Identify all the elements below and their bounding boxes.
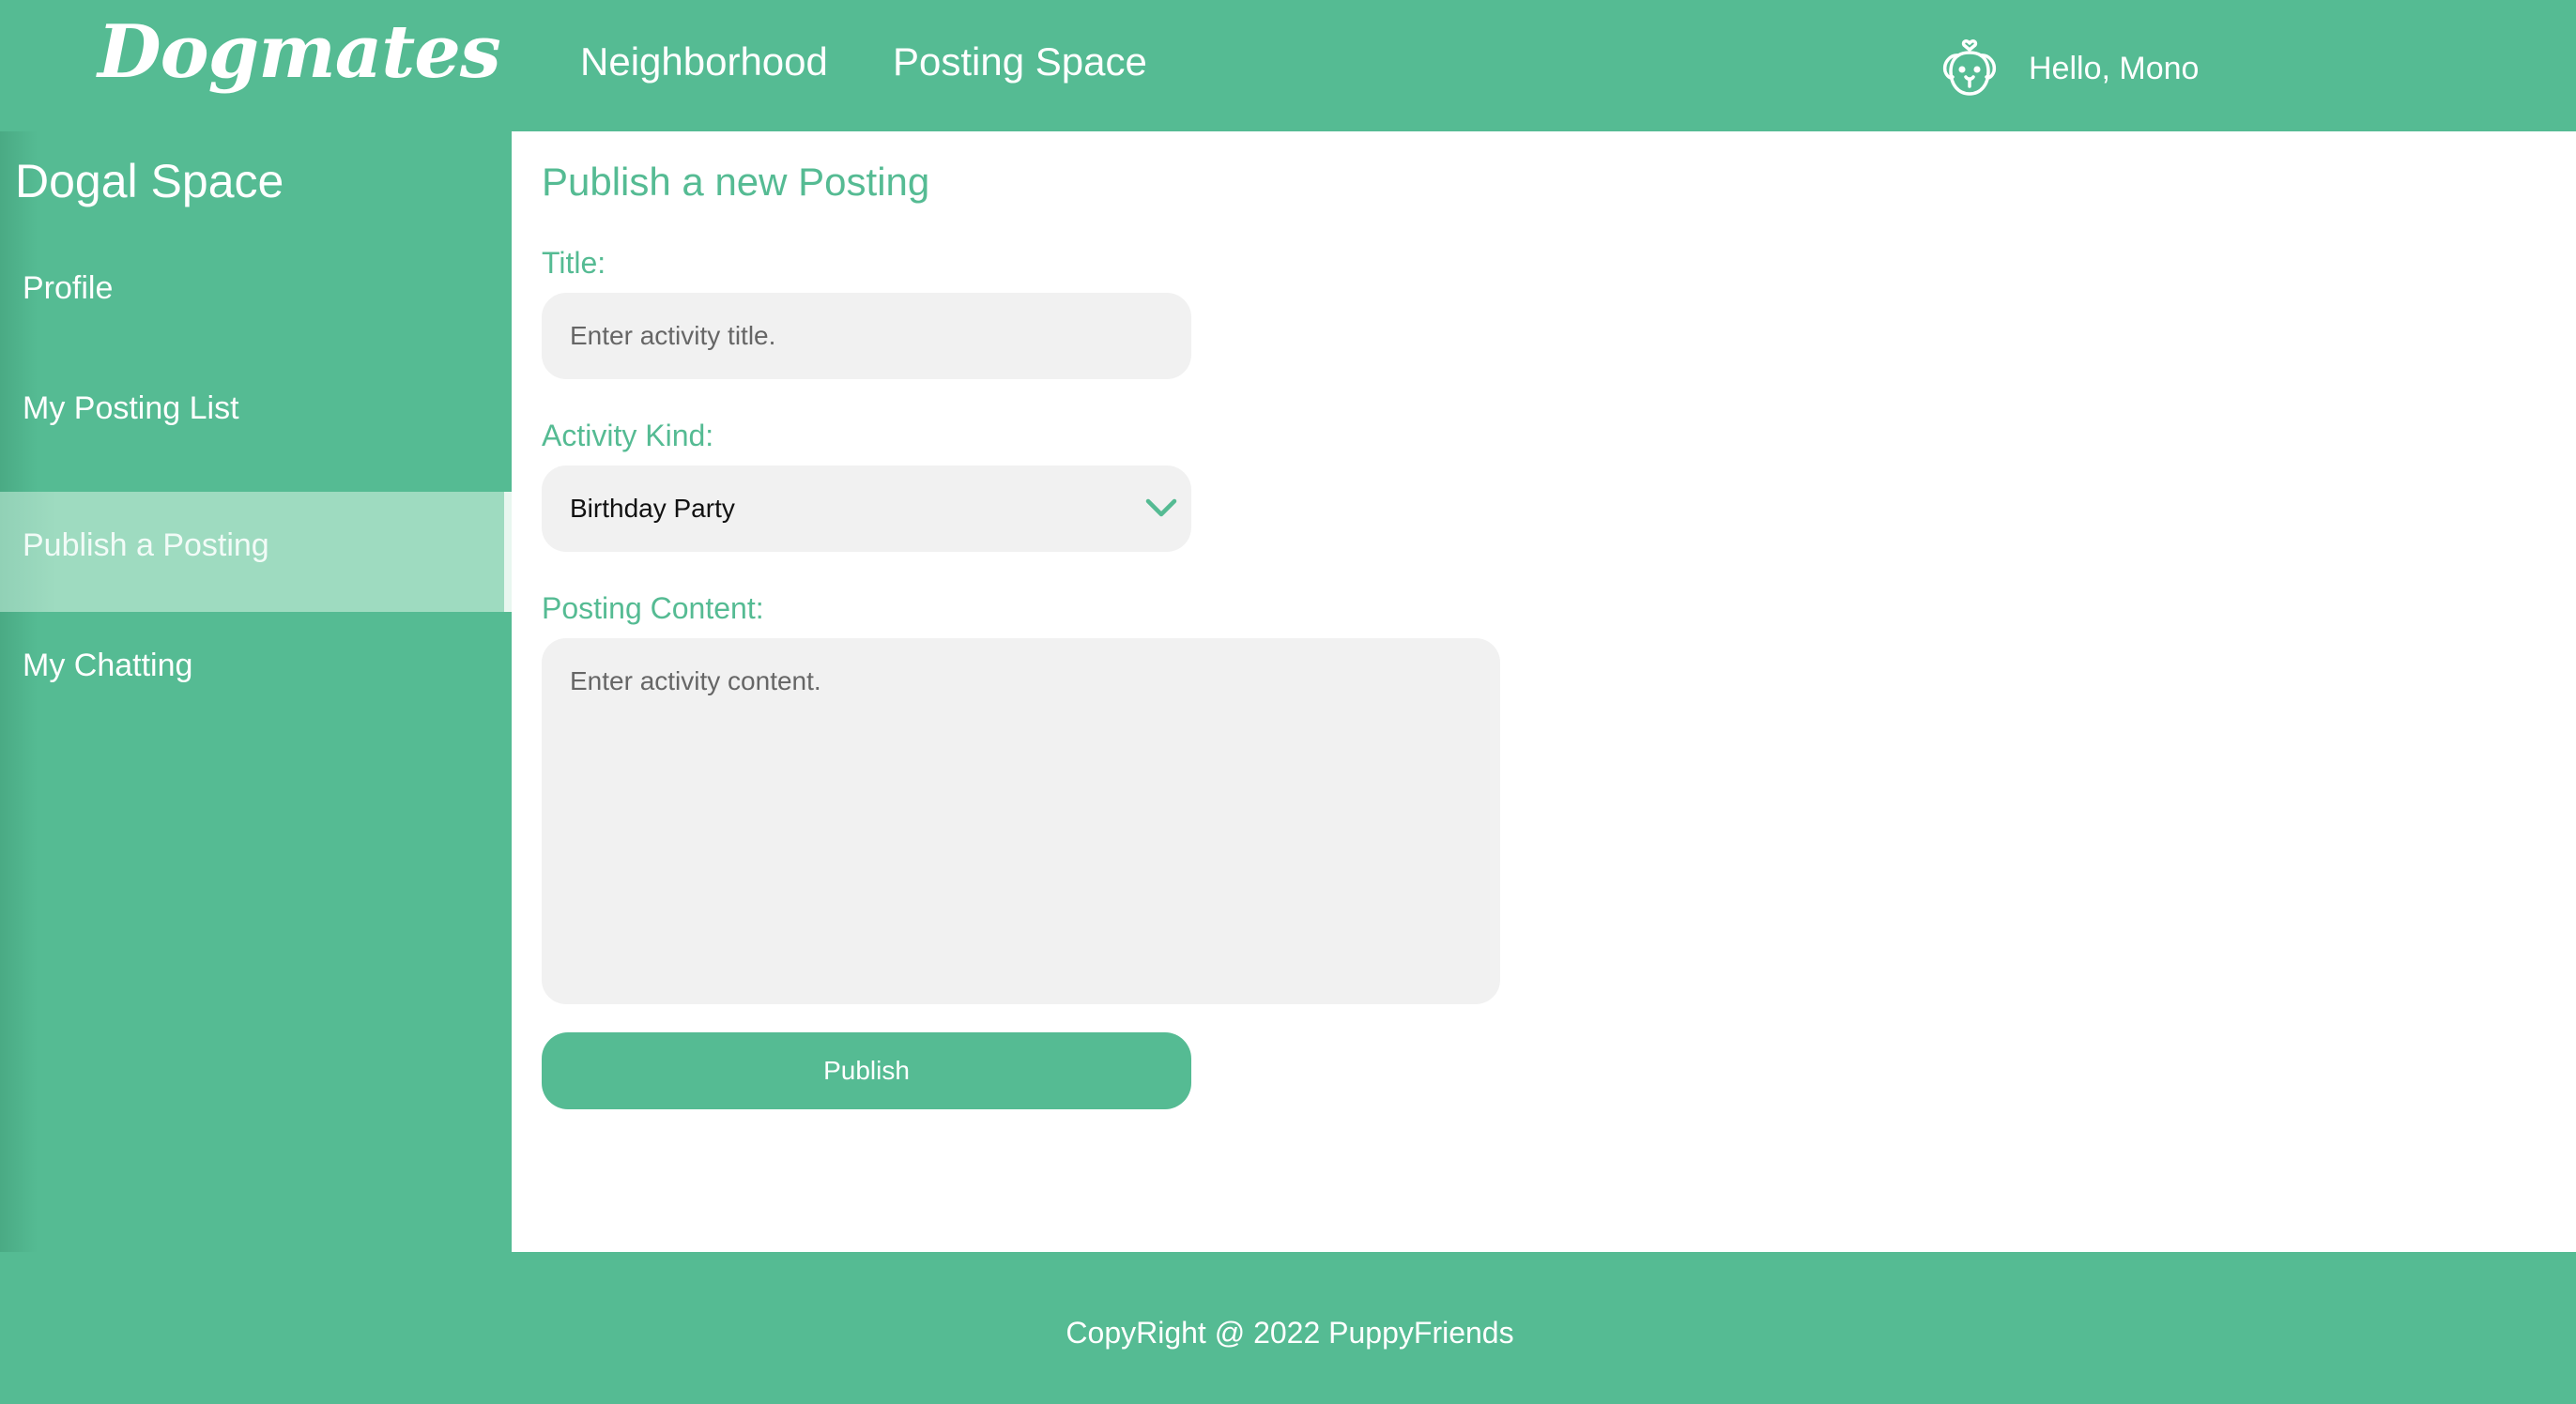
sidebar-item-my-chatting[interactable]: My Chatting: [0, 612, 512, 732]
main-content: Publish a new Posting Title: Activity Ki…: [512, 131, 2576, 1252]
sidebar-item-label: Profile: [23, 270, 114, 306]
activity-kind-label: Activity Kind:: [542, 419, 714, 452]
sidebar-item-label: My Posting List: [23, 390, 239, 426]
sidebar-item-label: Publish a Posting: [23, 527, 269, 563]
title-input[interactable]: [542, 293, 1191, 379]
chevron-down-icon: [1145, 498, 1177, 517]
logo[interactable]: Dogmates: [98, 9, 501, 95]
sidebar-title: Dogal Space: [15, 155, 284, 207]
footer-copyright: CopyRight @ 2022 PuppyFriends: [1066, 1316, 1514, 1350]
title-label: Title:: [542, 246, 606, 280]
sidebar-item-publish-posting[interactable]: Publish a Posting: [0, 492, 512, 612]
posting-content-textarea[interactable]: [542, 638, 1500, 1004]
nav-neighborhood[interactable]: Neighborhood: [580, 39, 828, 84]
nav-posting-space[interactable]: Posting Space: [893, 39, 1147, 84]
sidebar: Dogal Space Profile My Posting List Publ…: [0, 131, 512, 1252]
sidebar-item-label: My Chatting: [23, 648, 193, 683]
footer: CopyRight @ 2022 PuppyFriends: [512, 1252, 2576, 1404]
top-header: Dogmates Neighborhood Posting Space Hell…: [0, 0, 2576, 131]
page-title: Publish a new Posting: [542, 160, 930, 204]
activity-kind-select[interactable]: Birthday Party: [542, 465, 1191, 552]
dog-face-icon[interactable]: [1940, 30, 2000, 98]
publish-button[interactable]: Publish: [542, 1032, 1191, 1109]
activity-kind-value: Birthday Party: [570, 494, 735, 523]
user-greeting: Hello, Mono: [2029, 51, 2200, 86]
sidebar-item-my-posting-list[interactable]: My Posting List: [0, 355, 512, 475]
sidebar-item-profile[interactable]: Profile: [0, 235, 512, 355]
posting-content-label: Posting Content:: [542, 591, 764, 625]
